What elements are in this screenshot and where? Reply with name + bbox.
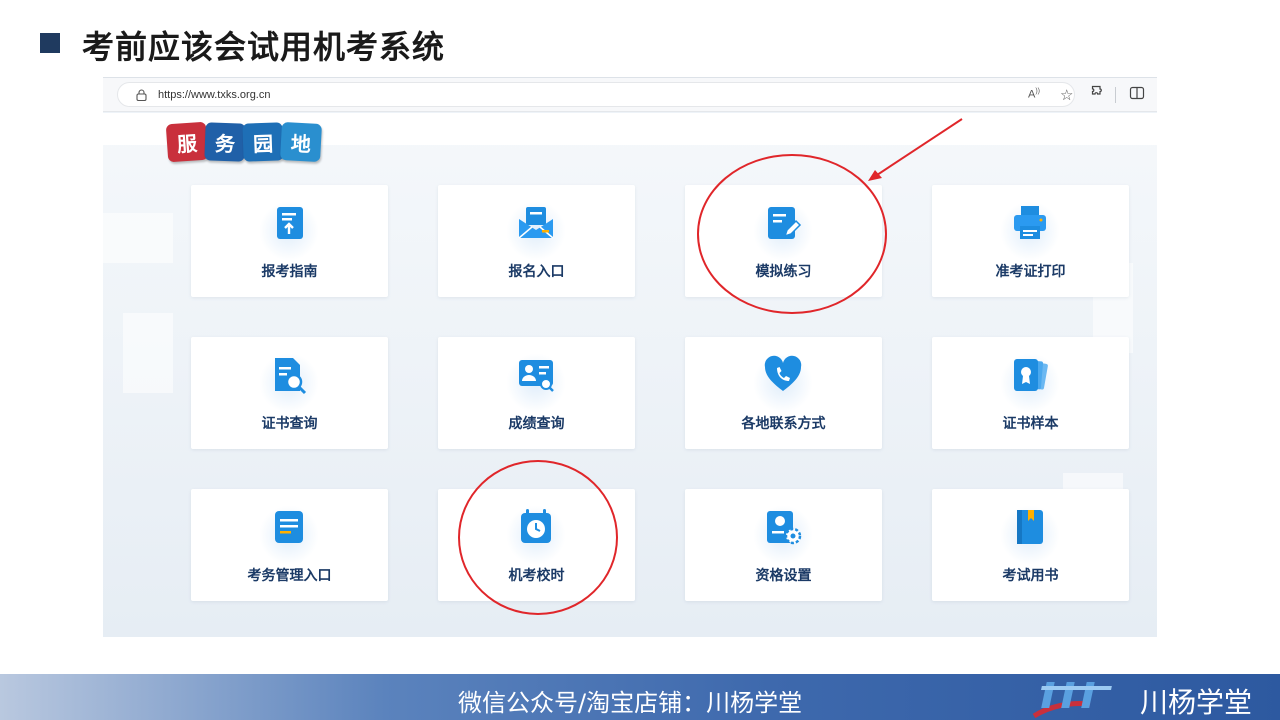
certificate-search-icon [275, 358, 307, 395]
printer-icon [1014, 206, 1046, 239]
card-regional-contacts[interactable]: 各地联系方式 [685, 337, 882, 449]
lock-icon [136, 89, 147, 101]
card-label: 考务管理入口 [247, 568, 332, 584]
card-certificate-sample[interactable]: 证书样本 [932, 337, 1129, 449]
card-label: 资格设置 [755, 568, 812, 584]
management-icon [275, 511, 303, 543]
card-exam-management[interactable]: 考务管理入口 [191, 489, 388, 601]
card-registration[interactable]: 报名入口 [438, 185, 635, 297]
book-icon [1017, 510, 1043, 544]
highlight-circle-time-sync [458, 460, 618, 615]
slide-title: 考前应该会试用机考系统 [82, 28, 446, 66]
qualification-settings-icon [767, 511, 802, 545]
address-bar: https://www.txks.org.cn A)) ☆ [103, 78, 1157, 112]
footer-text: 微信公众号/淘宝店铺：川杨学堂 [458, 689, 803, 717]
card-score-query[interactable]: 成绩查询 [438, 337, 635, 449]
card-label: 报名入口 [508, 264, 565, 280]
guide-icon [277, 207, 303, 239]
card-label: 准考证打印 [995, 264, 1066, 280]
toolbar-separator [1115, 87, 1116, 103]
logo-char: 园 [242, 122, 284, 162]
page-content: 服 务 园 地 报考指南 报名入口 模拟练习 准考证打印 证书查询 成绩查询 各… [103, 113, 1157, 637]
card-admission-print[interactable]: 准考证打印 [932, 185, 1129, 297]
card-label: 各地联系方式 [741, 416, 826, 432]
card-certificate-query[interactable]: 证书查询 [191, 337, 388, 449]
score-search-icon [519, 360, 554, 392]
background-decoration [103, 213, 173, 263]
footer-brand: 川杨学堂 [1140, 686, 1253, 719]
url-text: https://www.txks.org.cn [158, 89, 271, 101]
highlight-circle-mock-practice [697, 154, 887, 314]
split-screen-icon[interactable] [1129, 86, 1145, 100]
brand-logo-icon [1032, 682, 1112, 718]
card-exam-guide[interactable]: 报考指南 [191, 185, 388, 297]
service-garden-logo: 服 务 园 地 [165, 121, 322, 163]
card-label: 成绩查询 [508, 416, 565, 432]
favorite-star-icon[interactable]: ☆ [1060, 86, 1073, 104]
browser-window: https://www.txks.org.cn A)) ☆ 服 务 园 地 报考… [103, 77, 1157, 637]
card-label: 考试用书 [1002, 568, 1059, 584]
title-bullet [40, 33, 60, 53]
logo-char: 服 [165, 121, 209, 163]
slide: 考前应该会试用机考系统 https://www.txks.org.cn A)) … [0, 0, 1280, 720]
card-label: 证书样本 [1002, 416, 1059, 432]
enroll-icon [518, 207, 554, 239]
card-label: 证书查询 [261, 416, 318, 432]
card-label: 报考指南 [261, 264, 318, 280]
url-field[interactable]: https://www.txks.org.cn A)) ☆ [117, 82, 1075, 107]
logo-char: 地 [280, 121, 322, 163]
extensions-icon[interactable] [1091, 85, 1105, 99]
slide-footer: 微信公众号/淘宝店铺：川杨学堂 川杨学堂 [0, 674, 1280, 720]
contact-heart-icon [764, 355, 802, 391]
certificate-sample-icon [1014, 359, 1048, 391]
read-aloud-icon[interactable]: A)) [1028, 88, 1040, 101]
card-qualification-settings[interactable]: 资格设置 [685, 489, 882, 601]
logo-char: 务 [204, 122, 246, 162]
annotation-arrow [868, 118, 963, 181]
card-exam-books[interactable]: 考试用书 [932, 489, 1129, 601]
background-decoration [123, 313, 173, 393]
